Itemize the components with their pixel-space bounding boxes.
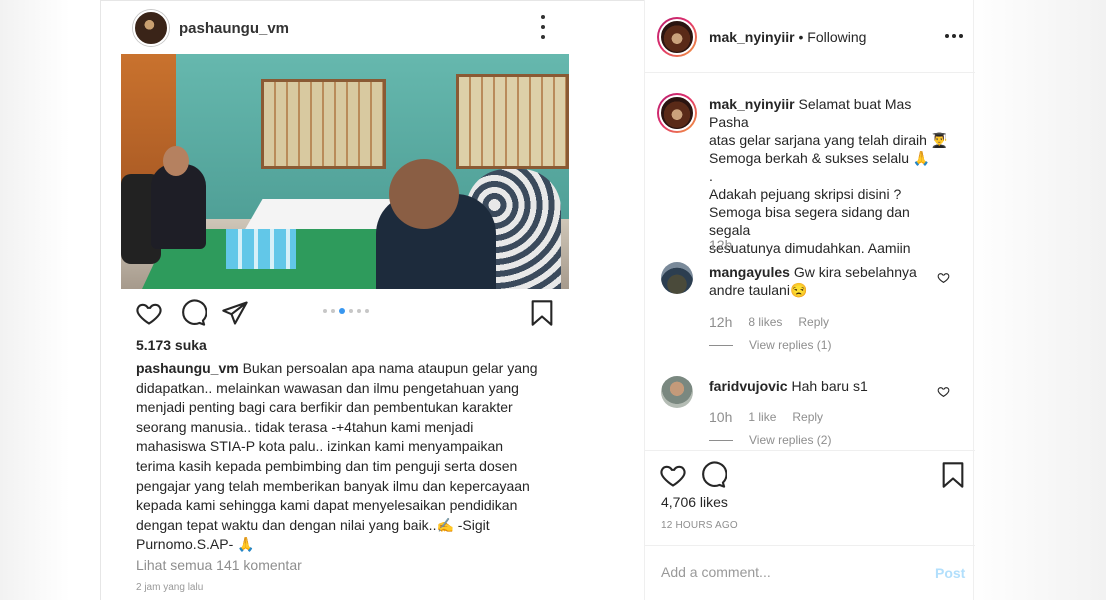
post-photo [121, 54, 569, 289]
share-icon[interactable] [221, 299, 249, 327]
post-header: pashaungu_vm [133, 9, 289, 47]
comment-timestamp[interactable]: 12h [709, 237, 732, 253]
caption-username[interactable]: pashaungu_vm [136, 360, 239, 376]
carousel-dot [323, 309, 327, 313]
more-options-icon[interactable] [533, 15, 553, 39]
heart-icon[interactable] [937, 385, 950, 398]
post-username[interactable]: pashaungu_vm [179, 20, 289, 37]
comment-likes[interactable]: 8 likes [748, 315, 782, 329]
comment: mangayules Gw kira sebelahnya andre taul… [709, 263, 939, 299]
panel-header: mak_nyinyiir • Following [645, 0, 975, 73]
reply-button[interactable]: Reply [792, 410, 823, 424]
avatar[interactable] [657, 93, 697, 133]
header-user: mak_nyinyiir • Following [709, 29, 866, 45]
view-replies-button[interactable]: View replies (2) [709, 433, 831, 447]
heart-icon[interactable] [135, 299, 163, 327]
add-comment-bar: Post [645, 545, 975, 600]
carousel-dot [339, 308, 345, 314]
avatar[interactable] [661, 376, 693, 408]
view-replies-button[interactable]: View replies (1) [709, 338, 831, 352]
carousel-indicator [323, 308, 369, 314]
comment-text: Selamat buat Mas Pasha atas gelar sarjan… [709, 96, 949, 256]
bookmark-icon[interactable] [529, 299, 555, 327]
post-caption: pashaungu_vm Bukan persoalan apa nama at… [136, 359, 556, 555]
comment-timestamp[interactable]: 10h [709, 409, 732, 425]
avatar[interactable] [133, 10, 169, 46]
likes-count[interactable]: 4,706 likes [661, 494, 728, 510]
comment-meta: 10h 1 like Reply [709, 409, 823, 425]
post-timestamp: 2 jam yang lalu [136, 582, 204, 593]
more-options-icon[interactable] [945, 34, 963, 38]
comment-icon[interactable] [699, 461, 727, 489]
bookmark-icon[interactable] [941, 461, 965, 489]
add-comment-input[interactable] [661, 564, 911, 580]
carousel-dot [331, 309, 335, 313]
embedded-post-screenshot: pashaungu_vm 5.173 suka pashaungu_vm Buk… [100, 0, 644, 600]
comment-meta: 12h 8 likes Reply [709, 314, 829, 330]
carousel-dot [349, 309, 353, 313]
comment: faridvujovic Hah baru s1 [709, 377, 939, 395]
view-replies-label: View replies (1) [749, 338, 832, 352]
post-comment-button[interactable]: Post [935, 565, 965, 581]
heart-icon[interactable] [659, 461, 687, 489]
comment-username[interactable]: mak_nyinyiir [709, 96, 795, 112]
comments-panel: mak_nyinyiir • Following mak_nyinyiir Se… [644, 0, 975, 600]
background-left [0, 0, 70, 600]
post-likes-count[interactable]: 5.173 suka [136, 337, 207, 353]
comment-username[interactable]: faridvujovic [709, 378, 788, 394]
heart-icon[interactable] [937, 271, 950, 284]
avatar[interactable] [657, 17, 697, 57]
post-action-bar [135, 299, 555, 329]
author-comment: mak_nyinyiir Selamat buat Mas Pasha atas… [709, 95, 949, 257]
reply-button[interactable]: Reply [798, 315, 829, 329]
comment-text: Hah baru s1 [787, 378, 868, 394]
instagram-post-view: pashaungu_vm 5.173 suka pashaungu_vm Buk… [0, 0, 1106, 600]
background-right [966, 0, 1106, 600]
post-time: 12 HOURS AGO [661, 520, 738, 531]
caption-text: Bukan persoalan apa nama ataupun gelar y… [136, 360, 538, 553]
view-replies-label: View replies (2) [749, 433, 832, 447]
comment-icon[interactable] [179, 299, 207, 327]
carousel-dot [365, 309, 369, 313]
comment-likes[interactable]: 1 like [748, 410, 776, 424]
following-status[interactable]: • Following [795, 29, 866, 45]
comment-timestamp[interactable]: 12h [709, 314, 732, 330]
carousel-dot [357, 309, 361, 313]
avatar[interactable] [661, 262, 693, 294]
view-all-comments-link[interactable]: Lihat semua 141 komentar [136, 557, 302, 573]
header-username[interactable]: mak_nyinyiir [709, 29, 795, 45]
comment-username[interactable]: mangayules [709, 264, 790, 280]
